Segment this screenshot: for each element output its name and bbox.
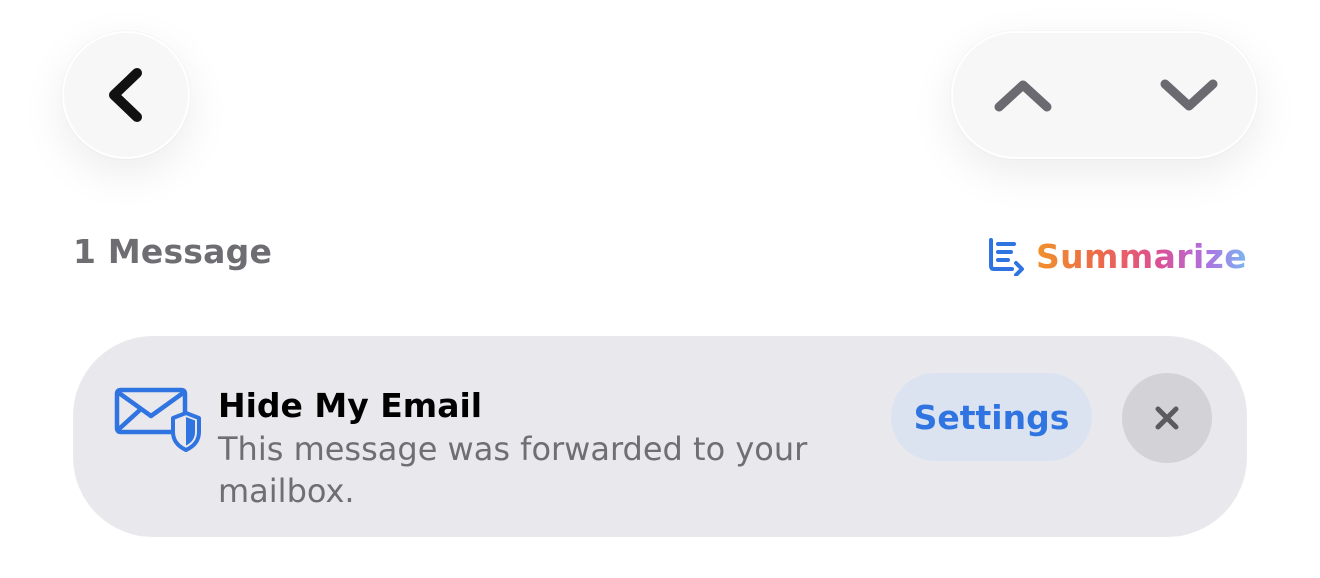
mail-thread-screen: 1 Message Summarize Hide My Email This m… — [0, 0, 1320, 578]
previous-message-button[interactable] — [963, 33, 1083, 157]
banner-message: This message was forwarded to your mailb… — [218, 430, 808, 510]
summarize-button[interactable]: Summarize — [986, 232, 1247, 280]
summarize-icon — [986, 236, 1028, 276]
back-button[interactable] — [62, 31, 190, 159]
summarize-label: Summarize — [1036, 236, 1248, 276]
chevron-left-icon — [104, 66, 148, 124]
settings-button[interactable]: Settings — [891, 373, 1092, 461]
close-icon — [1153, 404, 1181, 432]
message-navigation — [951, 31, 1258, 159]
close-banner-button[interactable] — [1122, 373, 1212, 463]
next-message-button[interactable] — [1129, 33, 1249, 157]
chevron-down-icon — [1159, 77, 1219, 113]
hide-my-email-banner: Hide My Email This message was forwarded… — [73, 336, 1247, 537]
message-count: 1 Message — [73, 232, 273, 271]
banner-title: Hide My Email — [218, 386, 483, 425]
envelope-shield-icon — [113, 386, 203, 454]
chevron-up-icon — [993, 77, 1053, 113]
